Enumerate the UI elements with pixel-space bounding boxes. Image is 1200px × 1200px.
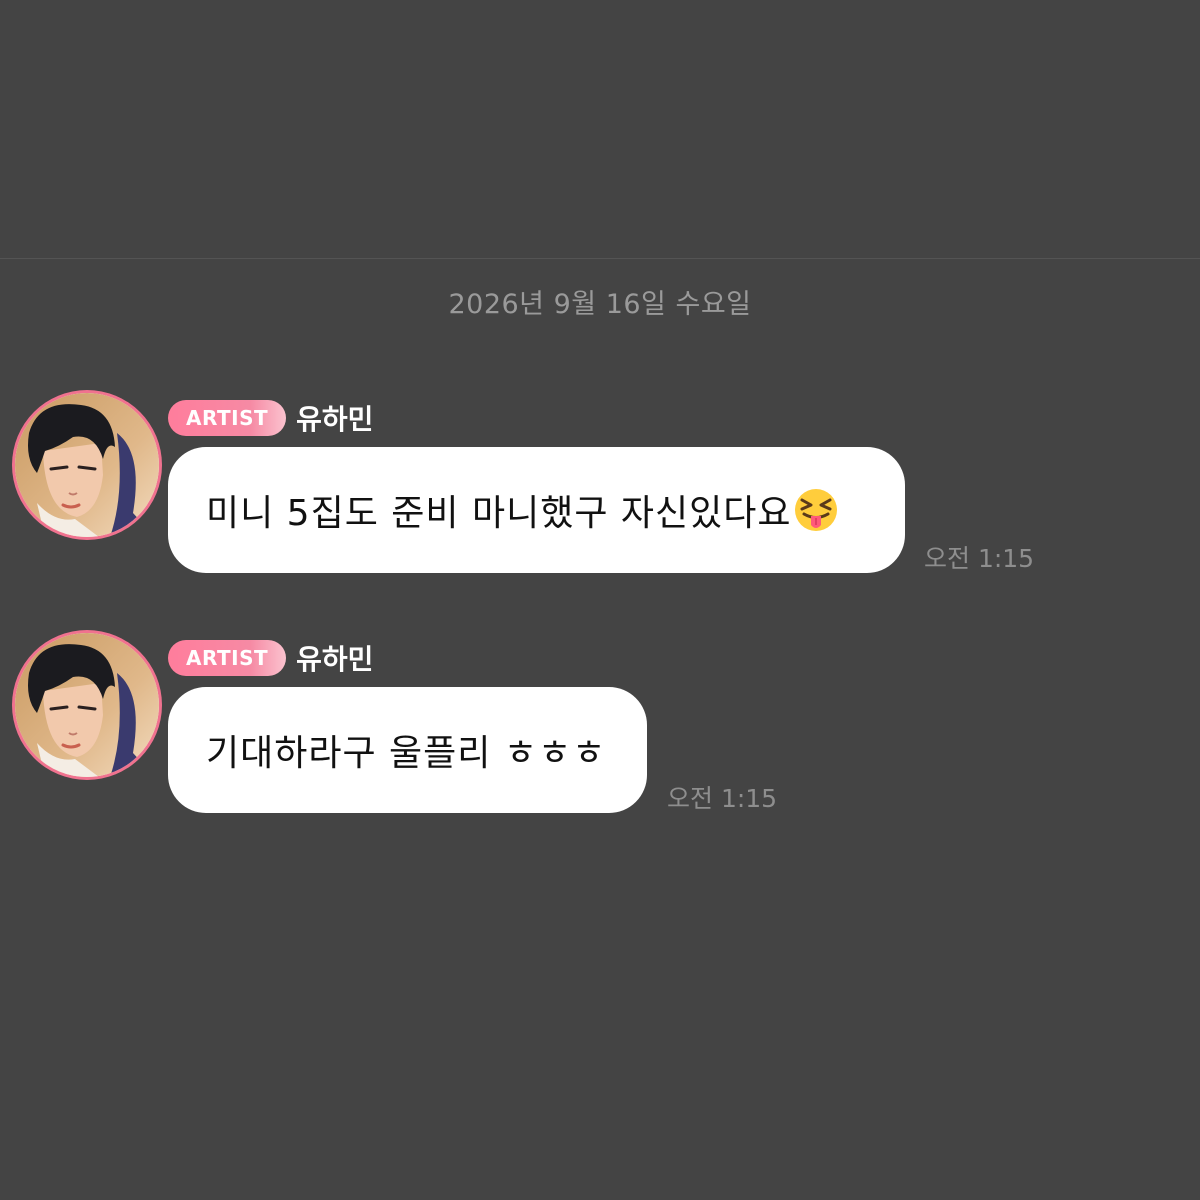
message-bubble[interactable]: 기대하라구 울플리 ㅎㅎㅎ: [168, 687, 647, 813]
squinting-face-with-tongue-icon: [793, 487, 839, 533]
chat-screen: 2026년 9월 16일 수요일 ARTIST 유하민 미니 5집도 준비 마니…: [0, 0, 1200, 1200]
message-text: 미니 5집도 준비 마니했구 자신있다요: [206, 493, 792, 534]
avatar-illustration: [15, 393, 159, 537]
artist-badge: ARTIST: [168, 640, 287, 676]
message-text: 기대하라구 울플리 ㅎㅎㅎ: [206, 733, 607, 774]
sender-row: ARTIST 유하민: [168, 399, 373, 437]
sender-name[interactable]: 유하민: [296, 638, 373, 678]
sender-name[interactable]: 유하민: [296, 398, 373, 438]
divider: [0, 258, 1200, 259]
message-timestamp: 오전 1:15: [667, 784, 778, 813]
avatar[interactable]: [15, 633, 159, 777]
avatar[interactable]: [15, 393, 159, 537]
artist-badge: ARTIST: [168, 400, 287, 436]
message-bubble[interactable]: 미니 5집도 준비 마니했구 자신있다요: [168, 447, 905, 573]
date-separator: 2026년 9월 16일 수요일: [448, 289, 752, 320]
sender-row: ARTIST 유하민: [168, 639, 373, 677]
message-timestamp: 오전 1:15: [924, 544, 1035, 573]
avatar-illustration: [15, 633, 159, 777]
